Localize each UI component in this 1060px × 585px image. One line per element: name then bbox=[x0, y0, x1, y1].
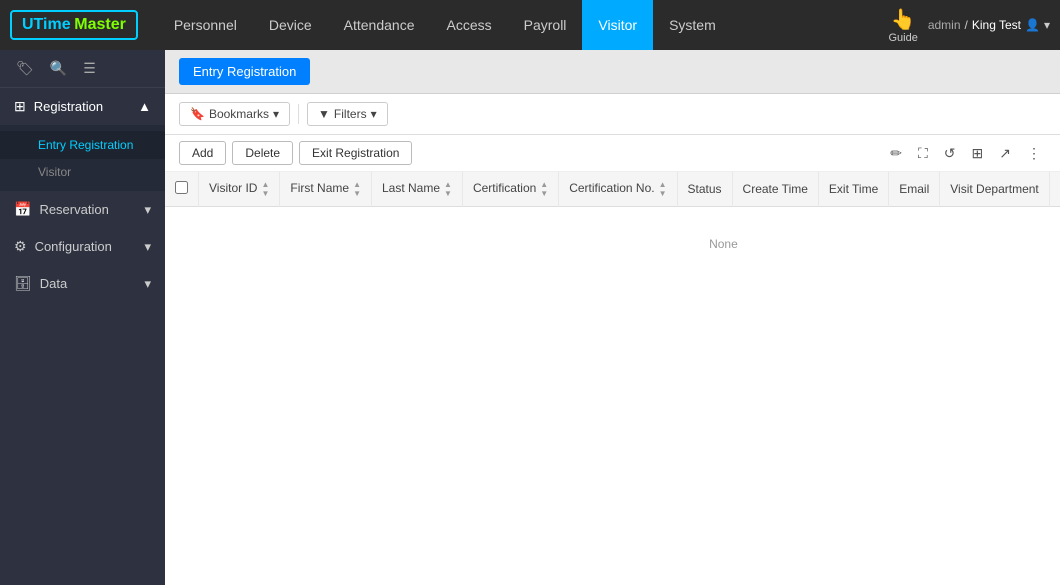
data-table: Visitor ID▲▼First Name▲▼Last Name▲▼Certi… bbox=[165, 172, 1060, 281]
sidebar-item-visitor[interactable]: Visitor bbox=[0, 159, 165, 185]
sort-icon: ▲▼ bbox=[353, 180, 361, 198]
sidebar-item-reservation[interactable]: 📅 Reservation ▾ bbox=[0, 191, 165, 228]
logo-part2: Master bbox=[74, 16, 126, 33]
sort-icon: ▲▼ bbox=[444, 180, 452, 198]
sidebar-data-label: Data bbox=[40, 276, 67, 291]
bookmarks-dropdown-icon: ▾ bbox=[273, 107, 279, 121]
col-certification-no-[interactable]: Certification No.▲▼ bbox=[559, 172, 677, 207]
table-header-row: Visitor ID▲▼First Name▲▼Last Name▲▼Certi… bbox=[165, 172, 1060, 207]
data-table-container: Visitor ID▲▼First Name▲▼Last Name▲▼Certi… bbox=[165, 172, 1060, 585]
col-visitor-id[interactable]: Visitor ID▲▼ bbox=[199, 172, 280, 207]
sidebar-toolbar: 🏷 🔍 ☰ bbox=[0, 50, 165, 88]
empty-label: None bbox=[165, 207, 1060, 282]
menu-icon[interactable]: ☰ bbox=[79, 58, 100, 79]
checkbox-all[interactable] bbox=[175, 181, 188, 194]
sidebar: 🏷 🔍 ☰ ⊞ Registration ▲ Entry Registratio… bbox=[0, 50, 165, 585]
user-menu[interactable]: admin / King Test 👤 ▾ bbox=[928, 18, 1050, 32]
sidebar-item-entry-registration[interactable]: Entry Registration bbox=[0, 131, 165, 159]
chevron-up-icon: ▲ bbox=[138, 99, 151, 114]
toolbar-divider bbox=[298, 104, 299, 124]
col-visit-department: Visit Department bbox=[940, 172, 1049, 207]
sort-icon: ▲▼ bbox=[659, 180, 667, 198]
filters-label: Filters bbox=[334, 107, 367, 121]
app-logo: UTime Master bbox=[10, 10, 138, 40]
nav-right: 👆 Guide admin / King Test 👤 ▾ bbox=[888, 7, 1050, 44]
exit-registration-button[interactable]: Exit Registration bbox=[299, 141, 412, 165]
nav-item-attendance[interactable]: Attendance bbox=[328, 0, 431, 50]
sidebar-item-data[interactable]: 🗄 Data ▾ bbox=[0, 265, 165, 302]
user-admin: admin bbox=[928, 18, 961, 32]
toolbar: 🔖 Bookmarks ▾ ▼ Filters ▾ bbox=[165, 94, 1060, 135]
reservation-icon: 📅 bbox=[14, 201, 31, 218]
user-slash: / bbox=[965, 18, 968, 32]
guide-icon: 👆 bbox=[891, 7, 916, 32]
col-exit-time: Exit Time bbox=[818, 172, 888, 207]
bookmark-icon: 🔖 bbox=[190, 107, 205, 121]
nav-item-visitor[interactable]: Visitor bbox=[582, 0, 653, 50]
sidebar-registration-label: Registration bbox=[34, 99, 103, 114]
refresh-icon-button[interactable]: ↺ bbox=[939, 143, 961, 164]
logo-part1: UTime bbox=[22, 16, 71, 33]
sidebar-item-registration[interactable]: ⊞ Registration ▲ bbox=[0, 88, 165, 125]
filters-button[interactable]: ▼ Filters ▾ bbox=[307, 102, 388, 126]
entry-registration-label: Entry Registration bbox=[38, 138, 133, 152]
registration-submenu: Entry Registration Visitor bbox=[0, 125, 165, 191]
col-email: Email bbox=[889, 172, 940, 207]
nav-items: PersonnelDeviceAttendanceAccessPayrollVi… bbox=[158, 0, 889, 50]
nav-item-payroll[interactable]: Payroll bbox=[508, 0, 583, 50]
settings-icon-button[interactable]: ⋮ bbox=[1022, 143, 1046, 164]
filter-icon: ▼ bbox=[318, 107, 330, 121]
col-last-name[interactable]: Last Name▲▼ bbox=[371, 172, 462, 207]
data-icon: 🗄 bbox=[14, 275, 32, 292]
col-create-time: Create Time bbox=[732, 172, 818, 207]
table-body: None bbox=[165, 207, 1060, 282]
nav-item-device[interactable]: Device bbox=[253, 0, 328, 50]
add-button[interactable]: Add bbox=[179, 141, 226, 165]
edit-icon-button[interactable]: ✏ bbox=[885, 143, 907, 164]
user-avatar-icon: 👤 bbox=[1025, 18, 1040, 32]
chevron-down-icon: ▾ bbox=[144, 202, 151, 218]
delete-button[interactable]: Delete bbox=[232, 141, 293, 165]
empty-row: None bbox=[165, 207, 1060, 282]
main-layout: 🏷 🔍 ☰ ⊞ Registration ▲ Entry Registratio… bbox=[0, 50, 1060, 585]
registration-icon: ⊞ bbox=[14, 98, 26, 115]
col-first-name[interactable]: First Name▲▼ bbox=[280, 172, 372, 207]
sort-icon: ▲▼ bbox=[261, 180, 269, 198]
bookmarks-label: Bookmarks bbox=[209, 107, 269, 121]
main-content: Entry Registration 🔖 Bookmarks ▾ ▼ Filte… bbox=[165, 50, 1060, 585]
columns-icon-button[interactable]: ⊞ bbox=[967, 143, 989, 164]
sort-icon: ▲▼ bbox=[540, 180, 548, 198]
tag-icon[interactable]: 🏷 bbox=[12, 58, 38, 79]
expand-icon-button[interactable]: ⛶ bbox=[913, 143, 933, 164]
top-navigation: UTime Master PersonnelDeviceAttendanceAc… bbox=[0, 0, 1060, 50]
chevron-down-icon-2: ▾ bbox=[144, 239, 151, 255]
visitor-label: Visitor bbox=[38, 165, 71, 179]
user-name: King Test bbox=[972, 18, 1021, 32]
entry-registration-button[interactable]: Entry Registration bbox=[179, 58, 310, 85]
user-dropdown-icon: ▾ bbox=[1044, 18, 1050, 32]
select-all-checkbox[interactable] bbox=[165, 172, 199, 207]
filters-dropdown-icon: ▾ bbox=[371, 107, 377, 121]
nav-item-system[interactable]: System bbox=[653, 0, 732, 50]
export-icon-button[interactable]: ↗ bbox=[994, 143, 1016, 164]
sidebar-reservation-label: Reservation bbox=[39, 202, 108, 217]
configuration-icon: ⚙ bbox=[14, 238, 27, 255]
search-icon[interactable]: 🔍 bbox=[46, 58, 71, 79]
guide-button[interactable]: 👆 Guide bbox=[888, 7, 917, 44]
bookmarks-button[interactable]: 🔖 Bookmarks ▾ bbox=[179, 102, 290, 126]
guide-label: Guide bbox=[888, 32, 917, 44]
nav-item-personnel[interactable]: Personnel bbox=[158, 0, 253, 50]
action-bar: Add Delete Exit Registration ✏ ⛶ ↺ ⊞ ↗ ⋮ bbox=[165, 135, 1060, 172]
sidebar-configuration-label: Configuration bbox=[35, 239, 112, 254]
table-header: Visitor ID▲▼First Name▲▼Last Name▲▼Certi… bbox=[165, 172, 1060, 207]
col-host-visited: Host/Visited bbox=[1049, 172, 1060, 207]
chevron-down-icon-3: ▾ bbox=[144, 276, 151, 292]
col-status: Status bbox=[677, 172, 732, 207]
sidebar-item-configuration[interactable]: ⚙ Configuration ▾ bbox=[0, 228, 165, 265]
col-certification[interactable]: Certification▲▼ bbox=[462, 172, 558, 207]
nav-item-access[interactable]: Access bbox=[431, 0, 508, 50]
